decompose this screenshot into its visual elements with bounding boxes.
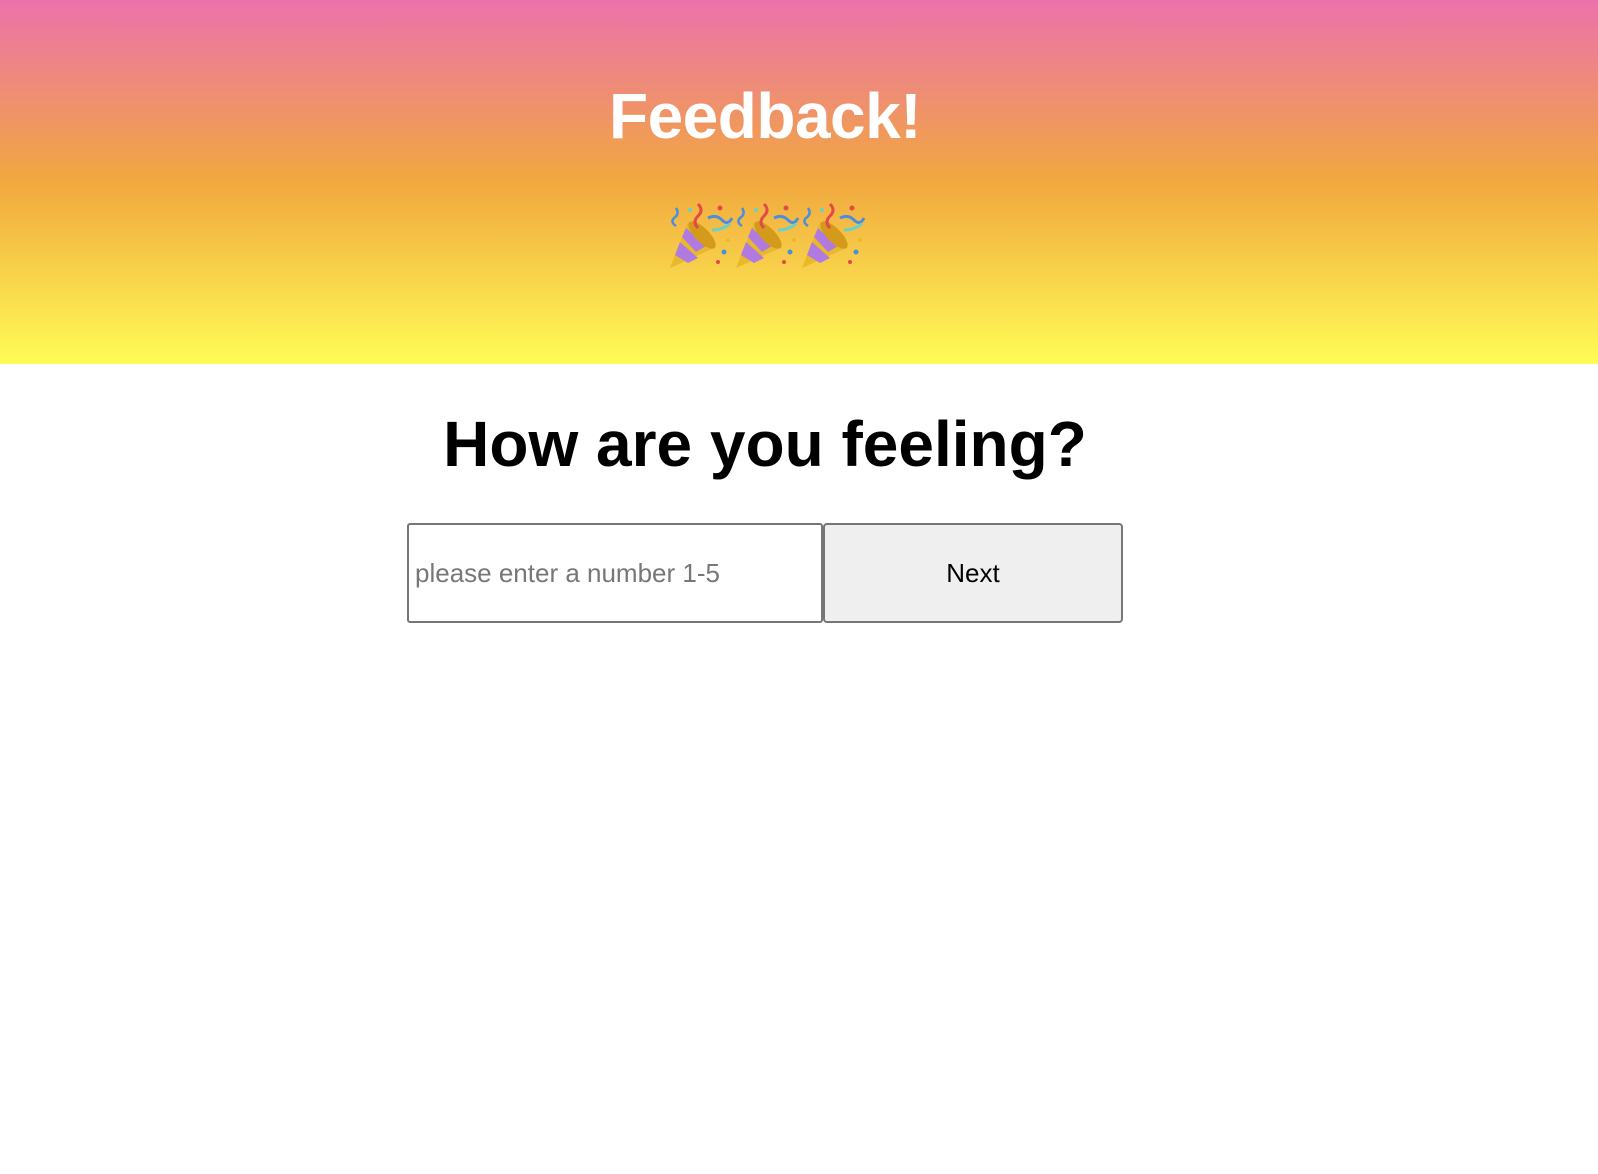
party-popper-row: [668, 200, 866, 270]
header-banner: Feedback!: [0, 0, 1598, 364]
feedback-form: Next: [407, 523, 1123, 623]
feeling-question: How are you feeling?: [443, 408, 1087, 480]
party-popper-icon: [670, 202, 734, 268]
rating-input[interactable]: [407, 523, 823, 623]
page-title: Feedback!: [608, 80, 922, 152]
party-popper-icon: [736, 202, 800, 268]
party-popper-icon: [802, 202, 866, 268]
next-button[interactable]: Next: [823, 523, 1123, 623]
